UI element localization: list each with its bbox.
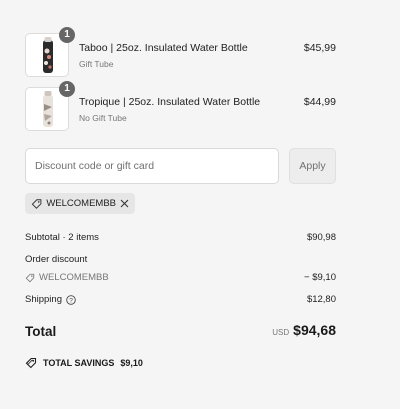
subtotal-label: Subtotal · 2 items [25, 232, 99, 243]
quantity-badge: 1 [59, 27, 75, 43]
discount-code-name: WELCOMEMBB [39, 272, 109, 283]
shipping-label: Shipping [25, 294, 62, 305]
line-item: 1 Tropique | 25oz. Insulated Water Bottl… [25, 81, 336, 133]
close-icon [120, 199, 129, 208]
total-amount: USD $94,68 [272, 322, 336, 338]
order-discount-label: Order discount [25, 254, 88, 265]
currency-code: USD [272, 328, 290, 337]
discount-value: − $9,10 [304, 272, 336, 283]
discount-code-row: WELCOMEMBB − $9,10 [25, 272, 336, 286]
quantity-badge: 1 [59, 81, 75, 97]
svg-text:?: ? [69, 297, 73, 304]
item-variant: No Gift Tube [79, 113, 127, 123]
product-thumbnail: 1 [25, 81, 75, 131]
remove-discount-button[interactable] [120, 199, 129, 208]
savings-label: TOTAL SAVINGS [43, 358, 115, 368]
order-discount-row: Order discount [25, 254, 336, 265]
item-price: $44,99 [303, 96, 336, 108]
item-title: Tropique | 25oz. Insulated Water Bottle [79, 96, 261, 108]
discount-code-text: WELCOMEMBB [46, 198, 116, 209]
savings-value: $9,10 [120, 358, 143, 368]
subtotal-value: $90,98 [306, 232, 336, 243]
tag-icon [25, 273, 35, 282]
total-label: Total [25, 324, 57, 339]
total-value: $94,68 [293, 322, 336, 338]
discount-code-input[interactable] [25, 148, 279, 184]
item-price: $45,99 [303, 42, 336, 54]
shipping-row: Shipping ? $12,80 [25, 294, 336, 305]
applied-discount-tag: WELCOMEMBB [25, 193, 135, 214]
product-thumbnail: 1 [25, 27, 75, 77]
savings-tag-icon [25, 357, 37, 369]
help-circle-icon[interactable]: ? [66, 294, 76, 305]
item-title: Taboo | 25oz. Insulated Water Bottle [79, 42, 248, 54]
tag-icon [31, 198, 42, 209]
line-item: 1 Taboo | 25oz. Insulated Water Bottle G… [25, 27, 336, 79]
apply-button[interactable]: Apply [289, 148, 336, 184]
subtotal-row: Subtotal · 2 items $90,98 [25, 232, 336, 243]
item-variant: Gift Tube [79, 59, 114, 69]
shipping-value: $12,80 [306, 294, 336, 305]
total-savings: TOTAL SAVINGS $9,10 [25, 357, 143, 369]
